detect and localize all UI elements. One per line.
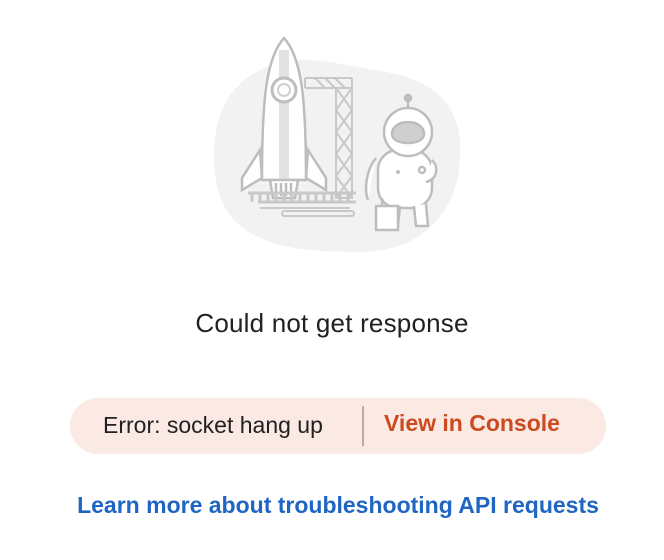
- divider: [362, 406, 364, 446]
- empty-state-title: Could not get response: [195, 308, 469, 338]
- response-pane: Could not get response Error: socket han…: [0, 0, 664, 560]
- error-banner: Error: socket hang up View in Console: [70, 398, 606, 454]
- view-in-console-link[interactable]: View in Console: [384, 410, 560, 437]
- rocket-astronaut-illustration: [213, 36, 461, 252]
- error-message: Error: socket hang up: [103, 412, 323, 438]
- troubleshooting-help-link[interactable]: Learn more about troubleshooting API req…: [0, 492, 664, 519]
